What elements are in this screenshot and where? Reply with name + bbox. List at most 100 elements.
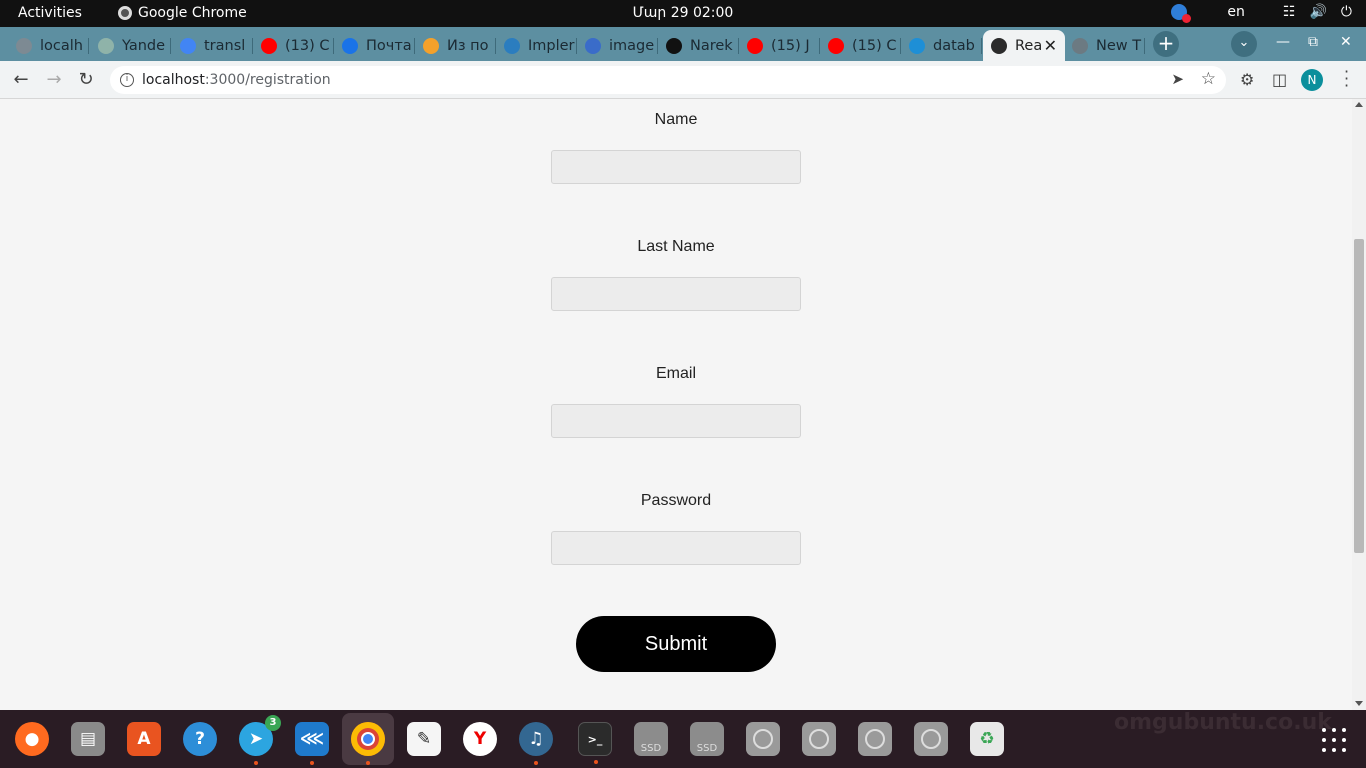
tab-favicon-icon: [342, 37, 358, 54]
browser-tab[interactable]: localh: [8, 30, 89, 61]
editor-icon[interactable]: ✎: [407, 722, 441, 756]
back-arrow-icon[interactable]: ←: [10, 69, 32, 91]
chrome-dock-icon[interactable]: [351, 722, 385, 765]
tab-separator: [170, 38, 171, 54]
ubuntu-dock: omgubuntu.co.uk ● ▤ A ? ➤ 3 ⋘ ✎ Y ♫ >_ SS…: [0, 710, 1366, 768]
minimize-icon[interactable]: —: [1276, 34, 1290, 50]
help-icon[interactable]: ?: [183, 722, 217, 756]
browser-tab[interactable]: Impler: [496, 30, 577, 61]
ssd-drive-icon[interactable]: SSD: [634, 722, 668, 756]
tab-favicon-icon: [261, 37, 277, 54]
last-name-label: Last Name: [637, 238, 715, 255]
ssd-drive-icon-2[interactable]: SSD: [690, 722, 724, 756]
tab-title: datab: [933, 37, 975, 54]
browser-tab[interactable]: Rea ✕: [983, 30, 1065, 61]
tab-favicon-icon: [98, 37, 114, 54]
browser-tab[interactable]: Yande: [90, 30, 171, 61]
tab-title: Rea: [1015, 37, 1043, 54]
show-apps-grid-icon[interactable]: [1322, 728, 1346, 752]
terminal-icon[interactable]: >_: [578, 722, 612, 764]
disc-drive-icon[interactable]: [746, 722, 780, 756]
telegram-icon[interactable]: ➤ 3: [239, 715, 281, 765]
close-tab-icon[interactable]: ✕: [1044, 36, 1057, 55]
registration-page: Name Last Name Email Password Submit: [0, 99, 1352, 710]
browser-tab[interactable]: transl: [172, 30, 253, 61]
scrollbar-thumb[interactable]: [1354, 239, 1364, 553]
maximize-icon[interactable]: ⧉: [1308, 34, 1318, 50]
reload-icon[interactable]: ↻: [75, 69, 97, 91]
disc-drive-icon-2[interactable]: [802, 722, 836, 756]
browser-tab[interactable]: Из по: [415, 30, 496, 61]
tab-title: Narek: [690, 37, 733, 54]
tab-title: Почта: [366, 37, 412, 54]
trash-icon[interactable]: ♻: [970, 722, 1004, 756]
disc-drive-icon-4[interactable]: [914, 722, 948, 756]
kebab-menu-icon[interactable]: · · ·: [1344, 64, 1349, 94]
password-input[interactable]: [551, 531, 801, 565]
browser-tab[interactable]: Почта: [334, 30, 415, 61]
volume-icon[interactable]: 🔊: [1309, 4, 1326, 20]
browser-tab[interactable]: (15) C: [820, 30, 901, 61]
tab-title: Yande: [122, 37, 166, 54]
watermark: omgubuntu.co.uk: [1114, 710, 1332, 735]
tab-title: image: [609, 37, 655, 54]
software-store-icon[interactable]: A: [127, 722, 161, 756]
tab-favicon-icon: [180, 37, 196, 54]
tab-favicon-icon: [909, 37, 925, 54]
power-icon[interactable]: ⏻: [1341, 4, 1352, 20]
browser-tab[interactable]: New T: [1064, 30, 1145, 61]
yandex-browser-icon[interactable]: Y: [463, 722, 497, 756]
email-input[interactable]: [551, 404, 801, 438]
name-input[interactable]: [551, 150, 801, 184]
side-panel-icon[interactable]: ◫: [1272, 70, 1287, 89]
bookmark-star-icon[interactable]: ☆: [1201, 69, 1216, 89]
browser-tab[interactable]: datab: [901, 30, 982, 61]
new-tab-button[interactable]: +: [1153, 31, 1179, 57]
clock[interactable]: Մար 29 02:00: [0, 5, 1366, 21]
tab-title: transl: [204, 37, 246, 54]
tab-favicon-icon: [16, 37, 32, 54]
share-icon[interactable]: ➤: [1171, 70, 1184, 88]
browser-tab[interactable]: Narek: [658, 30, 739, 61]
firefox-icon[interactable]: ●: [15, 722, 49, 756]
close-window-icon[interactable]: ✕: [1340, 34, 1352, 50]
profile-avatar[interactable]: N: [1301, 69, 1323, 91]
forward-arrow-icon[interactable]: →: [43, 69, 65, 91]
browser-tab[interactable]: (15) J: [739, 30, 820, 61]
scroll-up-arrow-icon[interactable]: [1355, 102, 1363, 107]
tab-separator: [88, 38, 89, 54]
browser-tab[interactable]: image: [577, 30, 658, 61]
tab-favicon-icon: [1072, 37, 1088, 54]
submit-button[interactable]: Submit: [576, 616, 776, 672]
tab-separator: [981, 38, 982, 54]
tab-favicon-icon: [666, 37, 682, 54]
pgadmin-elephant-icon[interactable]: ♫: [519, 722, 553, 765]
extensions-puzzle-icon[interactable]: ⚙: [1240, 70, 1254, 89]
address-bar[interactable]: i localhost:3000/registration ➤ ☆: [110, 66, 1226, 94]
disc-drive-icon-3[interactable]: [858, 722, 892, 756]
url-text[interactable]: localhost:3000/registration: [142, 72, 331, 88]
tab-title: Из по: [447, 37, 489, 54]
telegram-tray-icon[interactable]: [1171, 4, 1192, 23]
files-icon[interactable]: ▤: [71, 722, 105, 756]
tab-title: localh: [40, 37, 83, 54]
browser-tab[interactable]: (13) C: [253, 30, 334, 61]
network-icon[interactable]: ☷: [1283, 4, 1296, 20]
scroll-down-arrow-icon[interactable]: [1355, 701, 1363, 706]
telegram-badge: 3: [265, 715, 281, 731]
email-label: Email: [655, 365, 696, 382]
name-label: Name: [654, 111, 698, 128]
vscode-icon[interactable]: ⋘: [295, 722, 329, 765]
browser-toolbar: ← → ↻ i localhost:3000/registration ➤ ☆ …: [0, 61, 1366, 99]
tab-favicon-icon: [504, 37, 520, 54]
system-tray[interactable]: en ☷ 🔊 ⏻: [1171, 4, 1352, 23]
tab-favicon-icon: [585, 37, 601, 54]
page-scrollbar[interactable]: [1352, 99, 1366, 710]
keyboard-language[interactable]: en: [1227, 4, 1245, 20]
tab-favicon-icon: [828, 37, 844, 54]
tab-title: (13) C: [285, 37, 330, 54]
site-info-icon[interactable]: i: [120, 73, 134, 87]
tab-title: (15) C: [852, 37, 897, 54]
tab-search-chevron-down-icon[interactable]: ⌄: [1231, 31, 1257, 57]
last-name-input[interactable]: [551, 277, 801, 311]
